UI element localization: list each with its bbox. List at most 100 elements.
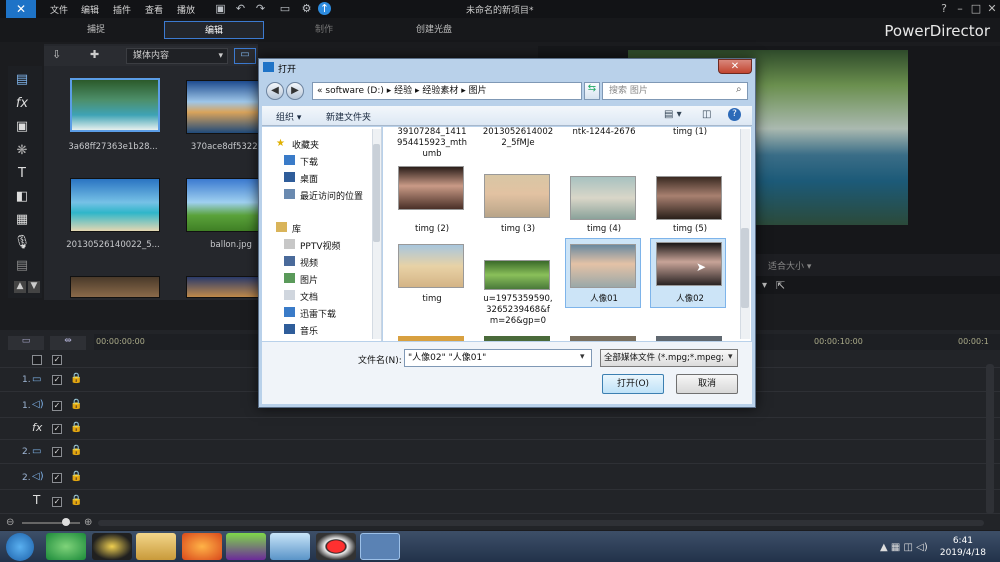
taskbar-app-qq[interactable] [92,533,132,560]
filename-input[interactable]: "人像02" "人像01" [404,349,592,367]
open-button[interactable]: 打开(O) [602,374,664,394]
file-thumb-timg5[interactable] [656,176,722,220]
lock-icon[interactable]: 🔒 [70,399,82,410]
lock-icon[interactable]: 🔒 [70,422,82,433]
nav-scroll-thumb[interactable] [373,144,380,242]
master-checkbox-b[interactable]: ✓ [52,355,62,365]
lock-icon[interactable]: 🔒 [70,495,82,506]
file-thumb-partial[interactable] [656,336,722,341]
nav-music[interactable]: 音乐 [300,324,318,337]
gear-icon[interactable]: ⚙ [300,2,313,15]
maximize-button[interactable]: □ [968,2,984,16]
clock[interactable]: 6:41 2019/4/18 [940,535,986,559]
breadcrumb-folder-1[interactable]: 经验 [394,86,412,96]
taskbar-app-screenshot[interactable] [270,533,310,560]
file-thumb-u1975[interactable] [484,260,550,290]
minimize-button[interactable]: – [952,2,968,16]
import-icon[interactable]: ⇩ [52,48,70,64]
track-enable-checkbox[interactable]: ✓ [52,447,62,457]
menu-file[interactable]: 文件 [50,3,68,16]
audio-mixing-icon[interactable]: ▦ [12,212,32,230]
timeline-scrollbar[interactable] [98,520,984,526]
menu-play[interactable]: 播放 [177,3,195,16]
nav-pictures[interactable]: 图片 [300,273,318,286]
nav-downloads[interactable]: 下载 [300,155,318,168]
chevron-down-icon[interactable]: ▼ [28,281,40,293]
close-button[interactable]: ✕ [984,2,1000,16]
zoom-in-icon[interactable]: ⊕ [84,517,92,528]
play-dropdown-icon[interactable]: ▾ [762,280,767,291]
timeline-vertical-scrollbar[interactable] [986,364,994,514]
track-enable-checkbox[interactable]: ✓ [52,401,62,411]
track-enable-checkbox[interactable]: ✓ [52,473,62,483]
title-room-icon[interactable]: T [12,166,32,184]
nav-library[interactable]: 库 [292,222,301,235]
file-label[interactable]: 2013052614002 2_5fMJe [476,127,560,149]
nav-recent[interactable]: 最近访问的位置 [300,189,363,202]
file-thumb-portrait01[interactable] [570,244,636,288]
forward-button[interactable]: ▶ [286,82,304,100]
file-label[interactable]: timg (1) [648,127,732,138]
nav-desktop[interactable]: 桌面 [300,172,318,185]
help-icon[interactable]: ? [728,108,741,121]
undo-icon[interactable]: ↶ [234,2,247,15]
lock-icon[interactable]: 🔒 [70,471,82,482]
file-label[interactable]: u=1975359590, 3265239468&f m=26&gp=0 [476,294,560,327]
file-thumb-timg3[interactable] [484,174,550,218]
track-enable-checkbox[interactable]: ✓ [52,497,62,507]
file-thumb-timg2[interactable] [398,166,464,210]
file-label[interactable]: ntk-1244-2676 [562,127,646,138]
master-checkbox-a[interactable] [32,355,42,365]
aspect-ratio-icon[interactable]: ▭ [276,2,294,15]
back-button[interactable]: ◀ [266,82,284,100]
menu-view[interactable]: 查看 [145,3,163,16]
file-thumb-partial[interactable] [570,336,636,341]
taskbar-app-powerdirector[interactable] [360,533,400,560]
chevron-down-icon[interactable]: ▾ [580,352,585,362]
breadcrumb-drive[interactable]: software (D:) [325,86,384,96]
microphone-icon[interactable]: 🎙 [12,235,32,253]
view-thumbnails-icon[interactable]: ▭ [234,48,256,64]
file-thumb-timg[interactable] [398,244,464,288]
breadcrumb-folder-3[interactable]: 图片 [469,86,487,96]
library-thumb-3[interactable] [70,178,160,232]
file-label[interactable]: timg (4) [562,224,646,235]
taskbar-app-video[interactable] [226,533,266,560]
track-manager-icon[interactable]: ⇹ [50,336,86,350]
zoom-slider[interactable] [22,522,80,524]
pip-room-icon[interactable]: ▣ [12,119,32,137]
help-button[interactable]: ? [936,2,952,16]
fx-room-icon[interactable]: fx [12,96,32,114]
library-filter-dropdown[interactable]: 媒体内容 ▾ [126,48,228,64]
save-icon[interactable]: ▣ [214,2,227,15]
plugin-icon[interactable]: ✚ [90,48,108,64]
pop-out-icon[interactable]: ⇱ [776,279,785,292]
dialog-search-input[interactable]: 搜索 图片 [602,82,748,100]
tray-icons[interactable]: ▲ ▦ ◫ ◁) [880,542,928,553]
address-bar[interactable]: « software (D:) ▸ 经验 ▸ 经验素材 ▸ 图片 [312,82,582,100]
breadcrumb-folder-2[interactable]: 经验素材 [422,86,458,96]
nav-favorites[interactable]: 收藏夹 [292,138,319,151]
organize-button[interactable]: 组织 ▾ [276,110,301,123]
zoom-out-icon[interactable]: ⊖ [6,517,14,528]
track-enable-checkbox[interactable]: ✓ [52,375,62,385]
refresh-icon[interactable]: ⇆ [584,82,600,100]
nav-pptv[interactable]: PPTV视频 [300,239,341,252]
transition-room-icon[interactable]: ◧ [12,189,32,207]
view-options-icon[interactable]: ▤ ▾ [664,109,682,120]
start-button[interactable] [6,533,34,561]
tab-edit[interactable]: 编辑 [164,21,264,39]
menu-plugins[interactable]: 插件 [113,3,131,16]
redo-icon[interactable]: ↷ [254,2,267,15]
file-thumb-partial[interactable] [484,336,550,341]
file-type-select[interactable]: 全部媒体文件 (*.mpg;*.mpeg; [600,349,738,367]
taskbar-app-360[interactable] [46,533,86,560]
file-label[interactable]: 人像02 [648,294,732,305]
track-enable-checkbox[interactable]: ✓ [52,424,62,434]
file-label[interactable]: 39107284_1411 954415923_mth umb [390,127,474,160]
lock-icon[interactable]: 🔒 [70,373,82,384]
cancel-button[interactable]: 取消 [676,374,738,394]
file-label[interactable]: timg (3) [476,224,560,235]
file-label[interactable]: timg (2) [390,224,474,235]
taskbar-app-firefox[interactable] [182,533,222,560]
